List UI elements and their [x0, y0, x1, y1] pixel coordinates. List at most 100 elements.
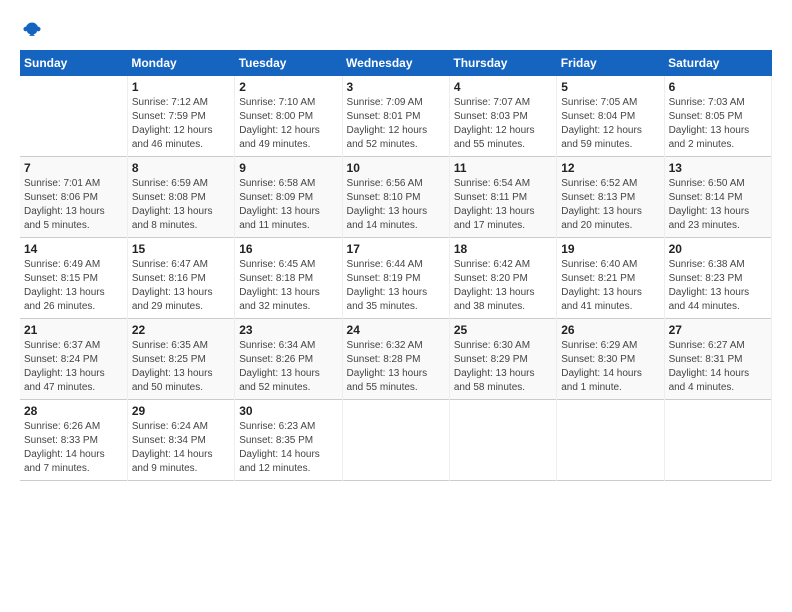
- day-number: 15: [132, 242, 230, 256]
- day-info: Sunrise: 6:26 AM Sunset: 8:33 PM Dayligh…: [24, 420, 123, 476]
- day-number: 13: [669, 161, 767, 175]
- calendar-day-cell: 18 Sunrise: 6:42 AM Sunset: 8:20 PM Dayli…: [449, 238, 556, 319]
- day-number: 10: [347, 161, 445, 175]
- weekday-header-tuesday: Tuesday: [235, 50, 342, 76]
- day-number: 14: [24, 242, 123, 256]
- day-info: Sunrise: 6:24 AM Sunset: 8:34 PM Dayligh…: [132, 420, 230, 476]
- day-info: Sunrise: 6:30 AM Sunset: 8:29 PM Dayligh…: [454, 339, 552, 395]
- day-number: 1: [132, 80, 230, 94]
- day-info: Sunrise: 6:34 AM Sunset: 8:26 PM Dayligh…: [239, 339, 337, 395]
- day-info: Sunrise: 7:12 AM Sunset: 7:59 PM Dayligh…: [132, 96, 230, 152]
- day-number: 19: [561, 242, 659, 256]
- day-info: Sunrise: 6:38 AM Sunset: 8:23 PM Dayligh…: [669, 258, 767, 314]
- day-info: Sunrise: 6:44 AM Sunset: 8:19 PM Dayligh…: [347, 258, 445, 314]
- day-number: 18: [454, 242, 552, 256]
- day-number: 12: [561, 161, 659, 175]
- day-number: 24: [347, 323, 445, 337]
- day-info: Sunrise: 6:29 AM Sunset: 8:30 PM Dayligh…: [561, 339, 659, 395]
- calendar-day-cell: 3Sunrise: 7:09 AM Sunset: 8:01 PM Daylig…: [342, 76, 449, 157]
- day-info: Sunrise: 6:23 AM Sunset: 8:35 PM Dayligh…: [239, 420, 337, 476]
- calendar-day-cell: 16 Sunrise: 6:45 AM Sunset: 8:18 PM Dayli…: [235, 238, 342, 319]
- day-info: Sunrise: 6:40 AM Sunset: 8:21 PM Dayligh…: [561, 258, 659, 314]
- empty-cell: [342, 400, 449, 481]
- day-number: 30: [239, 404, 337, 418]
- empty-cell: [449, 400, 556, 481]
- calendar-day-cell: 4Sunrise: 7:07 AM Sunset: 8:03 PM Daylig…: [449, 76, 556, 157]
- calendar-day-cell: 23Sunrise: 6:34 AM Sunset: 8:26 PM Dayli…: [235, 319, 342, 400]
- day-number: 7: [24, 161, 123, 175]
- weekday-header-friday: Friday: [557, 50, 664, 76]
- day-number: 27: [669, 323, 767, 337]
- day-info: Sunrise: 6:56 AM Sunset: 8:10 PM Dayligh…: [347, 177, 445, 233]
- day-info: Sunrise: 6:52 AM Sunset: 8:13 PM Dayligh…: [561, 177, 659, 233]
- logo-bird-icon: [22, 20, 42, 40]
- calendar-day-cell: 2 Sunrise: 7:10 AM Sunset: 8:00 PM Daylig…: [235, 76, 342, 157]
- day-info: Sunrise: 6:54 AM Sunset: 8:11 PM Dayligh…: [454, 177, 552, 233]
- day-number: 22: [132, 323, 230, 337]
- calendar-week-row: 1 Sunrise: 7:12 AM Sunset: 7:59 PM Daylig…: [20, 76, 772, 157]
- day-number: 21: [24, 323, 123, 337]
- calendar-day-cell: 17 Sunrise: 6:44 AM Sunset: 8:19 PM Dayli…: [342, 238, 449, 319]
- calendar-day-cell: 26 Sunrise: 6:29 AM Sunset: 8:30 PM Dayli…: [557, 319, 664, 400]
- empty-cell: [20, 76, 127, 157]
- day-number: 17: [347, 242, 445, 256]
- calendar-day-cell: 10 Sunrise: 6:56 AM Sunset: 8:10 PM Dayli…: [342, 157, 449, 238]
- calendar-table: SundayMondayTuesdayWednesdayThursdayFrid…: [20, 50, 772, 481]
- day-number: 6: [669, 80, 767, 94]
- day-number: 26: [561, 323, 659, 337]
- calendar-week-row: 21 Sunrise: 6:37 AM Sunset: 8:24 PM Dayli…: [20, 319, 772, 400]
- weekday-header-wednesday: Wednesday: [342, 50, 449, 76]
- day-number: 5: [561, 80, 659, 94]
- day-number: 9: [239, 161, 337, 175]
- calendar-day-cell: 9 Sunrise: 6:58 AM Sunset: 8:09 PM Daylig…: [235, 157, 342, 238]
- calendar-day-cell: 11 Sunrise: 6:54 AM Sunset: 8:11 PM Dayli…: [449, 157, 556, 238]
- weekday-header-monday: Monday: [127, 50, 234, 76]
- day-number: 2: [239, 80, 337, 94]
- calendar-day-cell: 24 Sunrise: 6:32 AM Sunset: 8:28 PM Dayli…: [342, 319, 449, 400]
- calendar-day-cell: 20 Sunrise: 6:38 AM Sunset: 8:23 PM Dayli…: [664, 238, 771, 319]
- calendar-day-cell: 29 Sunrise: 6:24 AM Sunset: 8:34 PM Dayli…: [127, 400, 234, 481]
- calendar-day-cell: 6 Sunrise: 7:03 AM Sunset: 8:05 PM Daylig…: [664, 76, 771, 157]
- day-info: Sunrise: 7:10 AM Sunset: 8:00 PM Dayligh…: [239, 96, 337, 152]
- calendar-day-cell: 25 Sunrise: 6:30 AM Sunset: 8:29 PM Dayli…: [449, 319, 556, 400]
- calendar-day-cell: 28Sunrise: 6:26 AM Sunset: 8:33 PM Dayli…: [20, 400, 127, 481]
- calendar-day-cell: 7 Sunrise: 7:01 AM Sunset: 8:06 PM Daylig…: [20, 157, 127, 238]
- day-info: Sunrise: 7:09 AM Sunset: 8:01 PM Dayligh…: [347, 96, 445, 152]
- day-info: Sunrise: 6:49 AM Sunset: 8:15 PM Dayligh…: [24, 258, 123, 314]
- calendar-day-cell: 13 Sunrise: 6:50 AM Sunset: 8:14 PM Dayli…: [664, 157, 771, 238]
- calendar-day-cell: 14 Sunrise: 6:49 AM Sunset: 8:15 PM Dayli…: [20, 238, 127, 319]
- day-info: Sunrise: 6:32 AM Sunset: 8:28 PM Dayligh…: [347, 339, 445, 395]
- calendar-day-cell: 30 Sunrise: 6:23 AM Sunset: 8:35 PM Dayli…: [235, 400, 342, 481]
- empty-cell: [557, 400, 664, 481]
- calendar-day-cell: 22 Sunrise: 6:35 AM Sunset: 8:25 PM Dayli…: [127, 319, 234, 400]
- day-number: 29: [132, 404, 230, 418]
- calendar-day-cell: 5 Sunrise: 7:05 AM Sunset: 8:04 PM Daylig…: [557, 76, 664, 157]
- empty-cell: [664, 400, 771, 481]
- calendar-day-cell: 12 Sunrise: 6:52 AM Sunset: 8:13 PM Dayli…: [557, 157, 664, 238]
- day-number: 20: [669, 242, 767, 256]
- day-number: 25: [454, 323, 552, 337]
- calendar-day-cell: 1 Sunrise: 7:12 AM Sunset: 7:59 PM Daylig…: [127, 76, 234, 157]
- day-info: Sunrise: 6:50 AM Sunset: 8:14 PM Dayligh…: [669, 177, 767, 233]
- logo: [20, 20, 42, 40]
- day-info: Sunrise: 6:58 AM Sunset: 8:09 PM Dayligh…: [239, 177, 337, 233]
- weekday-header-row: SundayMondayTuesdayWednesdayThursdayFrid…: [20, 50, 772, 76]
- calendar-day-cell: 27Sunrise: 6:27 AM Sunset: 8:31 PM Dayli…: [664, 319, 771, 400]
- day-info: Sunrise: 6:45 AM Sunset: 8:18 PM Dayligh…: [239, 258, 337, 314]
- day-info: Sunrise: 6:42 AM Sunset: 8:20 PM Dayligh…: [454, 258, 552, 314]
- day-info: Sunrise: 6:59 AM Sunset: 8:08 PM Dayligh…: [132, 177, 230, 233]
- calendar-week-row: 28Sunrise: 6:26 AM Sunset: 8:33 PM Dayli…: [20, 400, 772, 481]
- day-info: Sunrise: 7:05 AM Sunset: 8:04 PM Dayligh…: [561, 96, 659, 152]
- day-number: 16: [239, 242, 337, 256]
- day-info: Sunrise: 7:03 AM Sunset: 8:05 PM Dayligh…: [669, 96, 767, 152]
- day-number: 11: [454, 161, 552, 175]
- day-info: Sunrise: 6:37 AM Sunset: 8:24 PM Dayligh…: [24, 339, 123, 395]
- calendar-day-cell: 19 Sunrise: 6:40 AM Sunset: 8:21 PM Dayli…: [557, 238, 664, 319]
- calendar-day-cell: 8 Sunrise: 6:59 AM Sunset: 8:08 PM Daylig…: [127, 157, 234, 238]
- day-number: 8: [132, 161, 230, 175]
- day-info: Sunrise: 6:35 AM Sunset: 8:25 PM Dayligh…: [132, 339, 230, 395]
- day-number: 4: [454, 80, 552, 94]
- weekday-header-sunday: Sunday: [20, 50, 127, 76]
- day-info: Sunrise: 7:01 AM Sunset: 8:06 PM Dayligh…: [24, 177, 123, 233]
- calendar-day-cell: 15Sunrise: 6:47 AM Sunset: 8:16 PM Dayli…: [127, 238, 234, 319]
